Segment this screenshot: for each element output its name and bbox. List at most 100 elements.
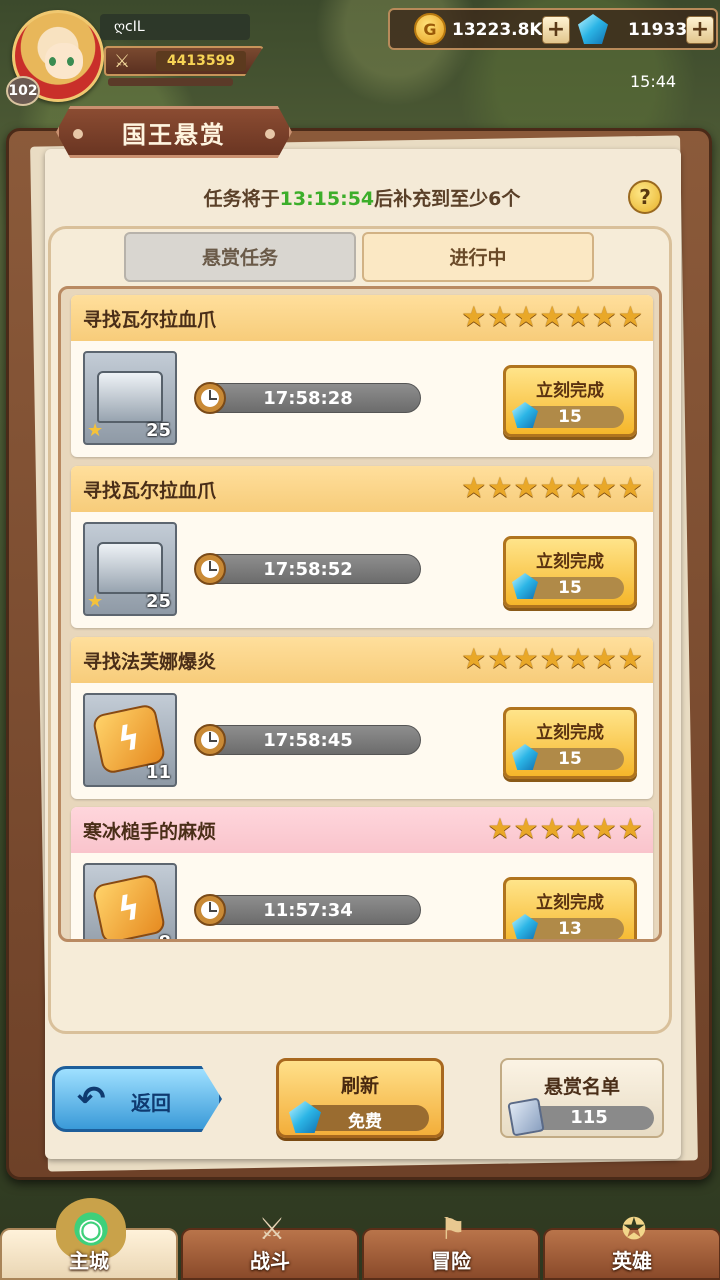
- star-icon: ★: [487, 471, 513, 504]
- tab-bounty-quests[interactable]: 悬赏任务: [124, 232, 356, 282]
- quest-body: ϟ 11 17:58:45 立刻完成 15: [71, 683, 653, 799]
- star-icon: ★: [539, 812, 565, 845]
- star-icon: ★: [513, 300, 539, 333]
- finish-cost-value: 15: [558, 749, 582, 769]
- reward-item-count: 25: [145, 420, 171, 441]
- reward-item-slot[interactable]: ★ 25: [83, 351, 177, 445]
- plaque-rivet: [265, 129, 275, 139]
- page-title-plaque: 国王悬赏: [56, 106, 292, 158]
- finish-now-label: 立刻完成: [536, 723, 604, 743]
- quest-timer: 17:58:45: [263, 730, 353, 751]
- finish-now-label: 立刻完成: [536, 552, 604, 572]
- quest-timer-bar: 17:58:28: [194, 382, 421, 414]
- refresh-label: 刷新: [340, 1075, 379, 1097]
- quest-body: ★ 25 17:58:28 立刻完成 15: [71, 341, 653, 457]
- star-icon: ★: [591, 812, 617, 845]
- bounty-list-button[interactable]: 悬赏名单 115: [500, 1058, 664, 1138]
- finish-now-button[interactable]: 立刻完成 15: [503, 365, 637, 437]
- gold-coin-icon: G: [414, 13, 446, 45]
- finish-now-label: 立刻完成: [536, 381, 604, 401]
- bounty-list-count: 115: [570, 1107, 608, 1128]
- refresh-cost: 免费: [289, 1101, 429, 1133]
- quest-star-rating: ★ ★ ★ ★ ★ ★ ★: [461, 303, 643, 331]
- nav-tab-main-city[interactable]: ◉ 主城: [0, 1198, 178, 1280]
- refill-time: 13:15:54: [279, 188, 375, 210]
- finish-cost: 15: [512, 744, 624, 770]
- player-avatar[interactable]: 102: [4, 6, 114, 106]
- star-icon: ★: [565, 300, 591, 333]
- finish-cost-value: 13: [558, 919, 582, 939]
- star-icon: ★: [487, 642, 513, 675]
- star-icon: ★: [539, 642, 565, 675]
- quest-card[interactable]: 寻找瓦尔拉血爪 ★ ★ ★ ★ ★ ★ ★ ★ 25 17:58:28 立刻完成 15: [71, 295, 653, 457]
- star-icon: ★: [565, 642, 591, 675]
- star-icon: ★: [461, 300, 487, 333]
- nav-label: 战斗: [250, 1249, 290, 1273]
- quest-card[interactable]: 寒冰槌手的麻烦★★★★★★ϟ811:57:34立刻完成13: [71, 807, 653, 939]
- star-icon: ★: [87, 591, 104, 612]
- quest-star-rating: ★ ★ ★ ★ ★ ★ ★: [461, 474, 643, 502]
- back-button[interactable]: ↶ 返回: [52, 1066, 222, 1132]
- finish-cost: 13: [512, 914, 624, 939]
- silver-chest-icon: [97, 371, 163, 423]
- quest-header: 寒冰槌手的麻烦 ★ ★ ★ ★ ★ ★: [71, 807, 653, 853]
- bounty-list-count-bar: 115: [507, 1097, 654, 1137]
- reward-item-count: 8: [158, 932, 171, 939]
- currency-bar: G 13223.8K + 11933 +: [388, 8, 718, 50]
- star-icon: ★: [591, 642, 617, 675]
- finish-now-button[interactable]: 立刻完成 15: [503, 536, 637, 608]
- star-icon: ★: [513, 471, 539, 504]
- star-icon: ★: [591, 471, 617, 504]
- quest-timer-bar: 17:58:45: [194, 724, 421, 756]
- power-value: 4413599: [156, 51, 246, 71]
- refresh-cost-text: 免费: [348, 1112, 382, 1132]
- clock: 15:44: [630, 72, 677, 91]
- finish-now-label: 立刻完成: [536, 893, 604, 913]
- reward-item-count: 11: [145, 762, 171, 783]
- nav-tab-battle[interactable]: ⚔ 战斗: [181, 1212, 359, 1280]
- quest-card[interactable]: 寻找瓦尔拉血爪 ★ ★ ★ ★ ★ ★ ★ ★ 25 17:58:52 立刻完成 15: [71, 466, 653, 628]
- quest-timer-bar: 17:58:52: [194, 553, 421, 585]
- reward-item-slot[interactable]: ★ 25: [83, 522, 177, 616]
- bounty-list-label: 悬赏名单: [543, 1076, 620, 1098]
- finish-cost: 15: [512, 402, 624, 428]
- avatar-eye: [49, 57, 56, 66]
- refill-suffix: 后补充到至少6个: [374, 188, 521, 210]
- rune-stone-icon: ϟ: [91, 873, 167, 939]
- star-icon: ★: [591, 300, 617, 333]
- finish-now-button[interactable]: 立刻完成 15: [503, 707, 637, 779]
- nav-tab-heroes[interactable]: ✪ 英雄: [543, 1212, 720, 1280]
- avatar-eye: [67, 57, 74, 66]
- quest-list[interactable]: 寻找瓦尔拉血爪 ★ ★ ★ ★ ★ ★ ★ ★ 25 17:58:28 立刻完成 15 寻找瓦尔拉血爪 ★ ★…: [58, 286, 662, 942]
- star-icon: ★: [461, 471, 487, 504]
- bottom-nav: ◉ 主城 ⚔ 战斗 ⚑ 冒险 ✪ 英雄: [0, 1196, 720, 1280]
- tab-in-progress[interactable]: 进行中: [362, 232, 594, 282]
- back-label: 返回: [131, 1091, 171, 1115]
- help-button[interactable]: ?: [628, 180, 662, 214]
- reward-item-slot[interactable]: ϟ8: [83, 863, 177, 939]
- gem-value: 11933: [628, 20, 688, 40]
- star-icon: ★: [87, 420, 104, 441]
- star-icon: ★: [617, 471, 643, 504]
- level-badge: 102: [6, 76, 40, 106]
- reward-item-slot[interactable]: ϟ 11: [83, 693, 177, 787]
- finish-now-button[interactable]: 立刻完成 13: [503, 877, 637, 939]
- power-plate: ⚔ 4413599: [104, 46, 264, 76]
- add-gold-button[interactable]: +: [542, 16, 570, 44]
- quest-title: 寻找瓦尔拉血爪: [83, 480, 217, 502]
- quest-header: 寻找法芙娜爆炎 ★ ★ ★ ★ ★ ★ ★: [71, 637, 653, 683]
- star-icon: ★: [617, 812, 643, 845]
- star-icon: ★: [539, 471, 565, 504]
- nav-tab-adventure[interactable]: ⚑ 冒险: [362, 1212, 540, 1280]
- finish-cost-value: 15: [558, 407, 582, 427]
- crossed-swords-icon: ⚔: [114, 51, 131, 72]
- plaque-rivet: [73, 129, 83, 139]
- nav-label: 冒险: [431, 1249, 471, 1273]
- refresh-button[interactable]: 刷新 免费: [276, 1058, 444, 1138]
- quest-star-rating: ★ ★ ★ ★ ★ ★ ★: [461, 645, 643, 673]
- add-gems-button[interactable]: +: [686, 16, 714, 44]
- quest-card[interactable]: 寻找法芙娜爆炎 ★ ★ ★ ★ ★ ★ ★ ϟ 11 17:58:45 立刻完成 15: [71, 637, 653, 799]
- refill-notice: 任务将于13:15:54后补充到至少6个: [42, 184, 682, 211]
- back-arrow-icon: ↶: [77, 1079, 106, 1119]
- star-icon: ★: [461, 642, 487, 675]
